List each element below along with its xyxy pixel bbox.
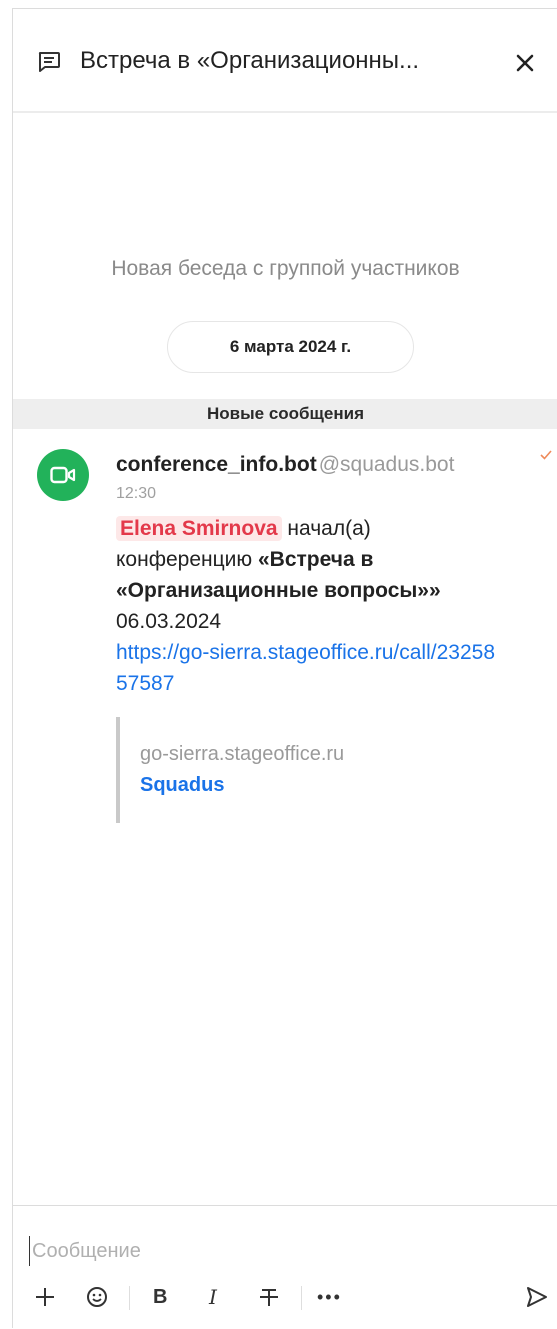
new-messages-divider: Новые сообщения [13, 399, 557, 429]
checkmark-icon [540, 450, 552, 460]
chat-panel: Встреча в «Организационны... Новая бесед… [12, 8, 557, 1328]
send-icon[interactable] [525, 1284, 549, 1310]
message-time: 12:30 [116, 485, 157, 502]
message: conference_info.bot@squadus.bot 12:30 El… [116, 451, 506, 823]
conversation-intro: Новая беседа с группой участников [111, 257, 460, 280]
strikethrough-icon[interactable] [257, 1284, 281, 1310]
user-mention[interactable]: Elena Smirnova [116, 516, 282, 541]
preview-domain: go-sierra.stageoffice.ru [140, 743, 345, 765]
toolbar-divider [301, 1286, 302, 1310]
toolbar-divider [129, 1286, 130, 1310]
message-body: Elena Smirnova начал(а) конференцию «Вст… [116, 513, 506, 823]
conference-date: 06.03.2024 [116, 610, 222, 633]
message-author-line: conference_info.bot@squadus.bot [116, 451, 506, 479]
link-preview: go-sierra.stageoffice.ru Squadus [116, 717, 506, 823]
italic-button[interactable]: I [209, 1284, 217, 1310]
date-separator: 6 марта 2024 г. [167, 321, 414, 373]
conference-link[interactable]: https://go-sierra.stageoffice.ru/call/23… [116, 637, 506, 699]
preview-site-title[interactable]: Squadus [140, 770, 506, 801]
avatar[interactable] [37, 449, 89, 501]
chat-title: Встреча в «Организационны... [80, 47, 420, 74]
chat-header: Встреча в «Организационны... [13, 9, 557, 113]
message-handle: @squadus.bot [318, 453, 455, 476]
formatting-toolbar: B I ••• [13, 1278, 557, 1318]
plus-icon[interactable] [33, 1284, 57, 1310]
bold-button[interactable]: B [153, 1284, 167, 1310]
close-icon[interactable] [511, 49, 539, 77]
message-composer: Сообщение B I ••• [13, 1205, 557, 1329]
message-input[interactable]: Сообщение [29, 1236, 532, 1266]
video-camera-icon [50, 466, 76, 484]
message-author[interactable]: conference_info.bot [116, 453, 317, 476]
more-options-button[interactable]: ••• [317, 1284, 342, 1310]
chat-icon [38, 52, 60, 72]
emoji-icon[interactable] [85, 1284, 109, 1310]
